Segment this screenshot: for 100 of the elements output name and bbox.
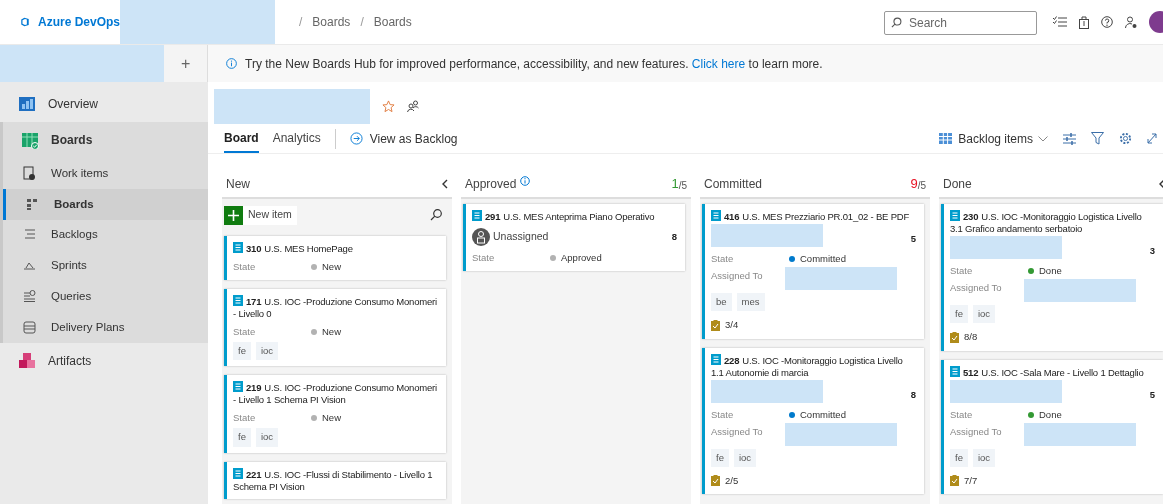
card-title[interactable]: 416 U.S. MES Prezziario PR.01_02 - BE PDF: [711, 210, 916, 223]
clipboard-check-icon: [950, 331, 959, 343]
field-label: Assigned To: [950, 281, 1003, 295]
assignee-name: Unassigned: [493, 229, 549, 245]
effort-value: 8: [910, 387, 916, 402]
field-label: State: [711, 252, 735, 266]
info-icon: [226, 58, 237, 69]
avatar-icon: [472, 228, 490, 246]
field-label: State: [711, 407, 735, 422]
column-limit: /5: [678, 180, 687, 193]
team-icon[interactable]: [407, 100, 419, 112]
state-value: Done: [1039, 264, 1062, 278]
clipboard-check-icon: [711, 475, 720, 487]
card-title[interactable]: 310 U.S. MES HomePage: [233, 242, 438, 255]
story-icon: [233, 467, 243, 479]
breadcrumb-separator: /: [360, 14, 364, 31]
new-item-button[interactable]: New item: [224, 205, 297, 225]
tag: fe: [950, 448, 968, 467]
state-value: New: [322, 325, 341, 339]
nav-item[interactable]: Overview: [0, 86, 208, 122]
add-button[interactable]: +: [164, 45, 207, 82]
nav-item[interactable]: Sprints: [3, 250, 208, 282]
settings-sliders-icon[interactable]: [1063, 132, 1076, 145]
nav-item[interactable]: Work items: [3, 158, 208, 189]
nav-item[interactable]: Queries: [3, 281, 208, 312]
chevron-down-icon[interactable]: [1038, 135, 1048, 142]
effort-value: 5: [910, 232, 916, 247]
column-count: 9: [910, 175, 918, 194]
work-item-card[interactable]: 230 U.S. IOC -Monitoraggio Logistica Livello 3.1 Grafico andamento serbatoio 3 State Done Assigned To fe ioc 8/8: [941, 204, 1163, 351]
state-value: Approved: [561, 251, 602, 265]
nav-item[interactable]: Boards: [3, 188, 208, 220]
work-item-card[interactable]: 310 U.S. MES HomePage State New: [224, 236, 446, 280]
card-title[interactable]: 221 U.S. IOC -Flussi di Stabilimento - Livello 1 Schema PI Vision: [233, 467, 438, 493]
tag: ioc: [733, 448, 757, 467]
checklist-icon[interactable]: [1053, 16, 1067, 28]
field-label: State: [950, 407, 974, 422]
tag: ioc: [972, 448, 996, 467]
banner-link[interactable]: Click here: [691, 56, 746, 71]
card-title[interactable]: 228 U.S. IOC -Monitoraggio Logistica Livello 1.1 Autonomie di marcia: [711, 353, 916, 379]
product-name[interactable]: Azure DevOps: [37, 13, 120, 31]
view-as-backlog-button[interactable]: View as Backlog: [349, 129, 458, 148]
state-value: Committed: [800, 407, 846, 422]
task-count: 7/7: [964, 473, 978, 488]
search-icon[interactable]: [430, 209, 442, 221]
story-icon: [950, 365, 960, 377]
breadcrumb-separator: /: [299, 14, 303, 31]
column-title: Approved: [465, 176, 517, 193]
story-icon: [711, 210, 721, 221]
work-item-card[interactable]: 171 U.S. IOC -Produzione Consumo Monomeri - Livello 0 State New fe ioc: [224, 289, 446, 367]
field-label: State: [233, 260, 257, 274]
work-item-card[interactable]: 291 U.S. MES Anteprima Piano Operativo Unassigned 8 State Approved: [463, 204, 685, 271]
nav-item[interactable]: Delivery Plans: [3, 312, 208, 343]
shopping-bag-icon[interactable]: [1079, 15, 1089, 29]
card-title[interactable]: 230 U.S. IOC -Monitoraggio Logistica Livello 3.1 Grafico andamento serbatoio: [950, 210, 1155, 235]
chevron-left-icon[interactable]: [441, 179, 448, 189]
backlog-level-dropdown[interactable]: Backlog items: [939, 129, 1033, 148]
work-item-card[interactable]: 219 U.S. IOC -Produzione Consumo Monomeri - Livello 1 Schema PI Vision State New fe ioc: [224, 375, 446, 453]
delivery-plans-icon: [21, 318, 39, 336]
work-item-card[interactable]: 221 U.S. IOC -Flussi di Stabilimento - Livello 1 Schema PI Vision: [224, 461, 446, 499]
field-label: Assigned To: [950, 424, 1003, 439]
filter-icon[interactable]: [1091, 132, 1104, 145]
work-item-card[interactable]: 512 U.S. IOC -Sala Mare - Livello 1 Dettaglio 5 State Done Assigned To fe ioc 7/7: [941, 359, 1163, 494]
work-item-card[interactable]: 416 U.S. MES Prezziario PR.01_02 - BE PDF 5 State Committed Assigned To be mes 3/4: [702, 204, 924, 339]
tab[interactable]: Analytics: [272, 124, 321, 153]
task-count: 3/4: [725, 318, 739, 333]
star-icon[interactable]: [382, 99, 395, 113]
column-title: Done: [943, 176, 972, 193]
arrow-circle-icon: [349, 132, 363, 145]
tag: ioc: [255, 342, 279, 361]
state-value: Done: [1039, 407, 1062, 422]
settings-icon[interactable]: [1119, 132, 1132, 145]
card-title[interactable]: 512 U.S. IOC -Sala Mare - Livello 1 Dettaglio: [950, 365, 1155, 379]
chevron-left-icon[interactable]: [1158, 179, 1163, 189]
task-count: 8/8: [964, 330, 978, 345]
tag: fe: [233, 428, 251, 447]
card-title[interactable]: 171 U.S. IOC -Produzione Consumo Monomeri - Livello 0: [233, 295, 438, 320]
effort-value: 8: [671, 229, 677, 244]
column-limit: /5: [917, 180, 926, 193]
field-label: State: [950, 264, 974, 278]
breadcrumb-link[interactable]: Boards: [312, 13, 351, 31]
card-title[interactable]: 291 U.S. MES Anteprima Piano Operativo: [472, 210, 677, 223]
tag: ioc: [972, 305, 996, 324]
expand-icon[interactable]: [1147, 133, 1157, 144]
nav-item[interactable]: Boards: [3, 122, 208, 158]
nav-item[interactable]: Backlogs: [3, 219, 208, 251]
tag: fe: [950, 305, 968, 324]
help-icon[interactable]: [1101, 16, 1113, 28]
tab[interactable]: Board: [224, 124, 259, 153]
work-item-card[interactable]: 228 U.S. IOC -Monitoraggio Logistica Livello 1.1 Autonomie di marcia 8 State Committed Assigned To fe ioc 2/5: [702, 347, 924, 494]
state-value: New: [322, 411, 341, 426]
user-settings-icon[interactable]: [1125, 15, 1137, 29]
field-label: Assigned To: [711, 424, 764, 439]
card-title[interactable]: 219 U.S. IOC -Produzione Consumo Monomeri - Livello 1 Schema PI Vision: [233, 381, 438, 407]
breadcrumb-link[interactable]: Boards: [373, 13, 412, 31]
search-field[interactable]: Search: [884, 11, 1037, 35]
task-count: 2/5: [725, 473, 739, 488]
tag: fe: [233, 342, 251, 361]
effort-value: 3: [1149, 244, 1155, 259]
clipboard-check-icon: [950, 475, 959, 487]
nav-item[interactable]: Artifacts: [0, 342, 208, 379]
